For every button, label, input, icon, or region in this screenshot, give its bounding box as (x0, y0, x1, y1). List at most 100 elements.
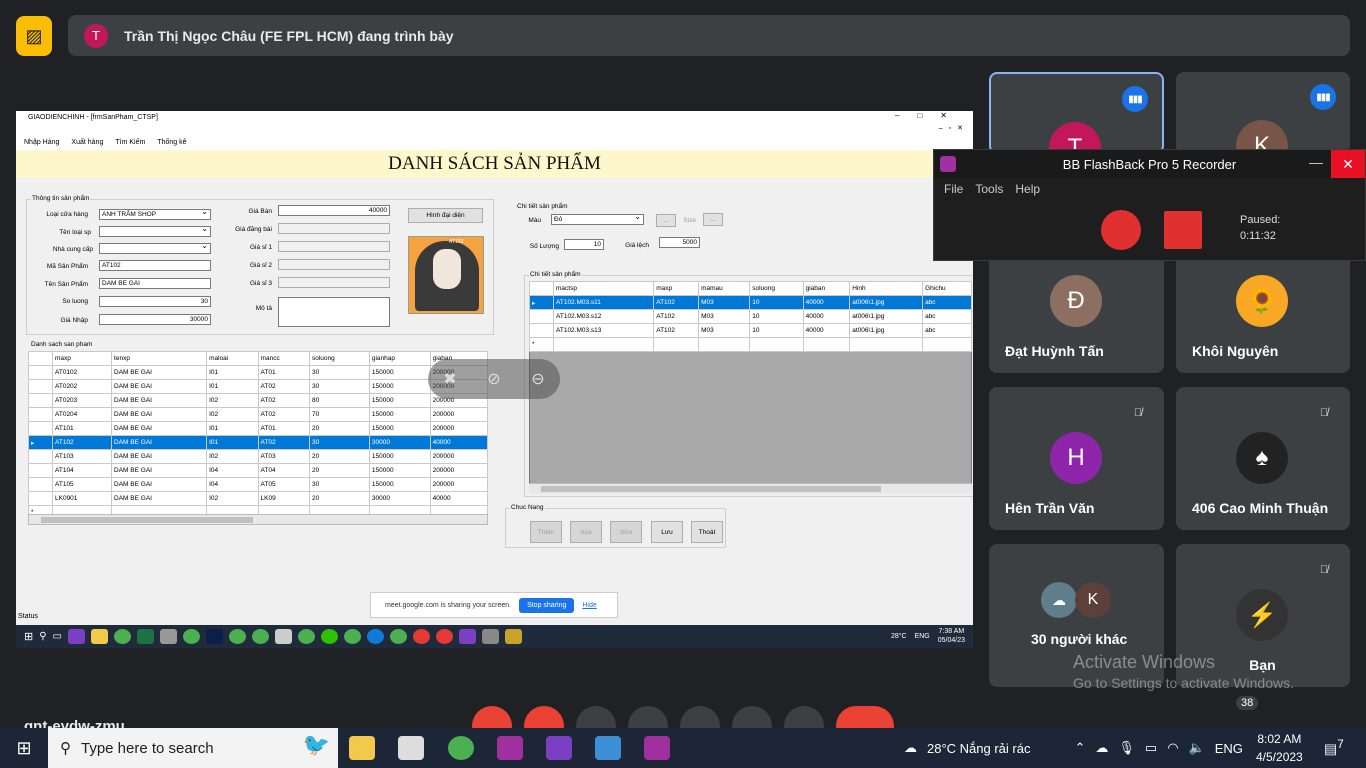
grid-header[interactable]: tenxp (111, 351, 208, 366)
grid-row[interactable]: AT105 DAM BE GAI I04 AT05 30 150000 200000 (28, 477, 489, 492)
bb-menu-file[interactable]: File (944, 182, 963, 196)
taskbar-search[interactable]: ⚲ Type here to search 🐦 (48, 728, 338, 768)
gia-si-2-input[interactable] (278, 259, 390, 270)
grid-cell[interactable]: AT101 (51, 421, 113, 436)
menu-thong-ke[interactable]: Thống kê (157, 139, 186, 146)
bb-menu-tools[interactable]: Tools (975, 182, 1003, 196)
grid-cell[interactable]: I02 (206, 449, 259, 464)
grid-row[interactable]: AT103 DAM BE GAI I02 AT03 20 150000 200000 (28, 449, 489, 464)
grid-cell[interactable]: AT01 (257, 421, 311, 436)
row-header[interactable] (529, 309, 554, 324)
grid-cell[interactable]: I01 (206, 379, 259, 394)
grid-cell[interactable]: I04 (206, 463, 259, 478)
grid-cell[interactable]: AT01 (257, 365, 311, 380)
grid-row[interactable]: AT0203 DAM BE GAI I02 AT02 80 150000 200000 (28, 393, 489, 408)
bb-minimize-button[interactable]: — (1309, 154, 1323, 170)
grid-cell[interactable]: 80 (309, 393, 370, 408)
teams-icon[interactable] (497, 736, 523, 760)
grid-cell[interactable] (749, 337, 804, 352)
mo-ta-textarea[interactable] (278, 297, 390, 327)
grid-cell[interactable]: 150000 (368, 379, 431, 394)
ctsp-scrollbar[interactable] (529, 483, 972, 494)
grid-cell[interactable]: 30000 (368, 491, 431, 506)
grid-cell[interactable]: AT03 (257, 449, 311, 464)
grid-cell[interactable]: I01 (206, 365, 259, 380)
bb-record-button[interactable] (1101, 210, 1141, 250)
menu-xuat-hang[interactable]: Xuất hàng (71, 139, 103, 146)
mdi-controls[interactable]: –▫✕ (939, 124, 969, 132)
grid-header[interactable]: maxp (653, 281, 700, 296)
hinh-dai-dien-button[interactable]: Hình đại diện (408, 208, 483, 223)
present-toggle-button[interactable]: ▨ (16, 16, 52, 56)
grid-cell[interactable]: AT104 (51, 463, 113, 478)
grid-cell[interactable]: I02 (206, 393, 259, 408)
bb-stop-button[interactable] (1164, 211, 1202, 249)
grid-cell[interactable]: 20 (309, 449, 370, 464)
weather-text[interactable]: 28°C Nắng rải rác (927, 741, 1030, 756)
tile-presenter[interactable]: T ▮▮▮ (989, 72, 1164, 154)
grid-cell[interactable]: 150000 (368, 365, 431, 380)
grid-cell[interactable]: 20 (309, 421, 370, 436)
grid-row[interactable]: LK0901 DAM BE GAI I02 LK09 20 30000 40000 (28, 491, 489, 506)
grid-cell[interactable]: LK09 (257, 491, 311, 506)
stop-sharing-button[interactable]: Stop sharing (519, 597, 575, 613)
size-browse-button[interactable]: ... (703, 213, 723, 226)
grid-cell[interactable]: DAM BE GAI (111, 365, 208, 380)
grid-cell[interactable]: AT04 (257, 463, 311, 478)
grid-cell[interactable]: AT102.M03.s12 (552, 309, 655, 324)
gia-ban-input[interactable]: 40000 (278, 205, 390, 216)
grid-row[interactable]: ▸ AT102 DAM BE GAI I01 AT02 30 30000 40000 (28, 435, 489, 450)
remove-icon[interactable]: ⊖ (531, 369, 544, 389)
grid-cell[interactable]: 40000 (802, 323, 851, 338)
grid-header[interactable]: mamau (698, 281, 751, 296)
menu-nhap-hang[interactable]: Nhập Hàng (24, 139, 59, 146)
grid-cell[interactable]: 10 (749, 309, 804, 324)
grid-cell[interactable]: abc (922, 323, 972, 338)
app-icon[interactable] (398, 736, 424, 760)
gia-nhap-input[interactable]: 30000 (99, 314, 211, 325)
bb-close-button[interactable]: ✕ (1331, 150, 1365, 178)
grid-header[interactable]: mactsp (552, 281, 655, 296)
grid-cell[interactable]: 70 (309, 407, 370, 422)
grid-cell[interactable]: 40000 (802, 309, 851, 324)
grid-cell[interactable]: AT102 (51, 435, 113, 450)
grid-cell[interactable]: 40000 (802, 295, 851, 310)
bb-flashback-icon[interactable] (644, 736, 670, 760)
grid-cell[interactable]: 30 (309, 379, 370, 394)
loai-cua-hang-select[interactable]: ANH TRÂM SHOP (99, 207, 211, 220)
grid-header[interactable]: gianhap (368, 351, 431, 366)
grid-row[interactable]: AT0204 DAM BE GAI I02 AT02 70 150000 200000 (28, 407, 489, 422)
grid-cell[interactable]: AT02 (257, 379, 311, 394)
grid-cell[interactable]: AT0102 (51, 365, 113, 380)
grid-cell[interactable]: 200000 (429, 449, 489, 464)
nha-cung-cap-select[interactable] (99, 241, 211, 254)
grid-cell[interactable]: I02 (206, 491, 259, 506)
grid-header[interactable]: Ghichu (922, 281, 972, 296)
grid-cell[interactable]: M03 (698, 309, 751, 324)
grid-cell[interactable]: 30 (309, 477, 370, 492)
row-header[interactable] (28, 449, 53, 464)
grid-cell[interactable]: AT105 (51, 477, 113, 492)
grid-cell[interactable]: 40000 (429, 435, 489, 450)
grid-cell[interactable]: AT02 (257, 393, 311, 408)
grid-cell[interactable]: 30 (309, 365, 370, 380)
grid-cell[interactable]: 150000 (368, 407, 431, 422)
visual-studio-icon[interactable] (546, 736, 572, 760)
language-indicator[interactable]: ENG (1215, 741, 1243, 756)
grid-cell[interactable] (653, 337, 700, 352)
grid-cell[interactable] (802, 337, 851, 352)
grid-header[interactable]: soluong (309, 351, 370, 366)
grid-cell[interactable]: at006\1.jpg (849, 309, 924, 324)
gia-dang-bai-input[interactable] (278, 223, 390, 234)
new-row[interactable]: * (529, 337, 972, 352)
grid-cell[interactable]: DAM BE GAI (111, 449, 208, 464)
grid-cell[interactable]: LK0901 (51, 491, 113, 506)
grid-cell[interactable]: I02 (206, 407, 259, 422)
grid-cell[interactable]: AT102 (653, 323, 700, 338)
grid-cell[interactable]: DAM BE GAI (111, 379, 208, 394)
grid-row[interactable]: ▸ AT102.M03.s11 AT102 M03 10 40000 at006\1.jpg… (529, 295, 972, 310)
grid-cell[interactable]: 10 (749, 323, 804, 338)
grid-row[interactable]: AT0102DAM BE GAII01AT0130150000200000 (28, 365, 489, 380)
start-button[interactable]: ⊞ (0, 728, 48, 768)
grid-row[interactable]: AT102.M03.s13 AT102 M03 10 40000 at006\1.jpg a… (529, 323, 972, 338)
